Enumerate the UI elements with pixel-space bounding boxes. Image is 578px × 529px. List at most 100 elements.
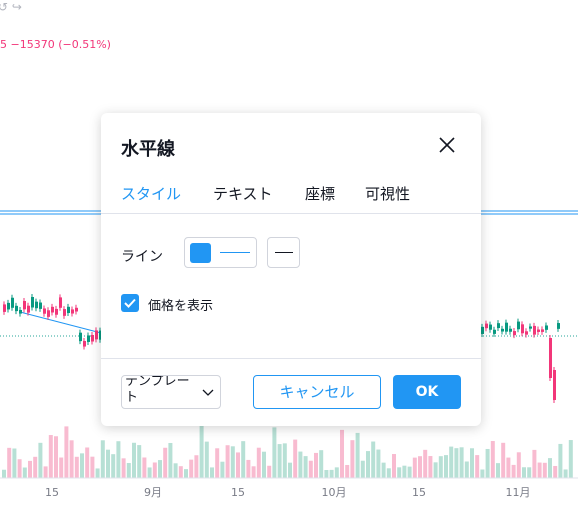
solid-line-icon: [275, 252, 293, 253]
volume-bar: [532, 449, 537, 478]
candle-body: [517, 321, 520, 330]
volume-bar: [54, 436, 58, 478]
show-price-checkbox[interactable]: [121, 294, 139, 312]
volume-bar: [548, 458, 552, 478]
candle-body: [497, 323, 500, 329]
volume-bar: [256, 447, 261, 478]
volume-bar: [173, 463, 178, 478]
volume-bar: [433, 462, 438, 478]
volume-bar: [28, 460, 32, 478]
horizontal-line-settings-dialog: 水平線 スタイル テキスト 座標 可視性 ライン 価格を表示 テンプレート キャ…: [101, 113, 481, 426]
candle-body: [35, 301, 38, 309]
volume-bar: [184, 469, 188, 478]
tab-style[interactable]: スタイル: [121, 183, 181, 204]
candle-body: [43, 308, 46, 314]
volume-bar: [542, 462, 547, 478]
volume-bar: [449, 446, 454, 478]
volume-bar: [100, 440, 105, 478]
volume-bar: [475, 455, 480, 478]
candle-body: [15, 305, 18, 312]
volume-bar: [137, 445, 142, 478]
volume-bar: [38, 442, 43, 478]
volume-bar: [7, 447, 12, 478]
volume-bar: [480, 469, 485, 478]
volume-bar: [95, 468, 100, 478]
candle-body: [7, 302, 10, 310]
volume-bar: [178, 466, 183, 478]
volume-bar: [345, 464, 350, 478]
dialog-tabs: スタイル テキスト 座標 可視性: [101, 179, 481, 214]
volume-bar: [64, 426, 69, 478]
candle-body: [513, 331, 516, 336]
volume-bar: [132, 442, 136, 478]
volume-bar: [418, 456, 422, 478]
show-price-label: 価格を表示: [148, 299, 214, 314]
volume-bar: [485, 448, 490, 478]
candle-body: [501, 328, 504, 332]
volume-bar: [215, 448, 220, 478]
candle-body: [47, 310, 50, 317]
candle-body: [51, 306, 54, 313]
volume-bar: [48, 435, 53, 478]
volume-bar: [397, 467, 402, 478]
volume-bar: [204, 441, 209, 478]
candle-body: [533, 325, 536, 335]
candle-body: [59, 297, 62, 308]
volume-bar: [267, 465, 272, 478]
volume-bar: [288, 462, 292, 478]
template-label: テンプレート: [125, 375, 190, 405]
volume-bar: [12, 448, 17, 478]
cancel-button[interactable]: キャンセル: [253, 375, 381, 409]
volume-bar: [74, 456, 79, 478]
volume-bar: [334, 467, 339, 478]
volume-bar: [22, 467, 27, 478]
template-dropdown[interactable]: テンプレート: [121, 375, 221, 409]
tab-text[interactable]: テキスト: [213, 183, 273, 204]
volume-bar: [381, 462, 386, 478]
volume-bar: [69, 440, 74, 478]
volume-bar: [111, 454, 116, 478]
volume-bar: [568, 440, 573, 478]
volume-bar: [142, 457, 147, 478]
volume-bar: [303, 456, 308, 478]
price-change-legend: 5 −15370 (−0.51%): [0, 38, 111, 51]
line-style-button[interactable]: [267, 237, 300, 268]
volume-bar: [33, 456, 38, 478]
volume-bar: [428, 456, 433, 478]
undo-redo-icons[interactable]: ↺ ↪: [0, 0, 22, 14]
candle-body: [529, 326, 532, 329]
line-color-button[interactable]: [184, 237, 257, 268]
close-icon[interactable]: [435, 133, 459, 157]
time-axis-tick: 15: [412, 486, 426, 499]
volume-bar: [308, 460, 313, 478]
volume-bar: [527, 467, 532, 478]
candle-body: [505, 322, 508, 332]
volume-bar: [85, 447, 90, 478]
candle-body: [91, 334, 94, 342]
volume-bar: [355, 432, 360, 478]
volume-bar: [158, 460, 162, 478]
volume-bar: [163, 447, 168, 478]
candle-body: [489, 324, 492, 330]
volume-bar: [558, 443, 563, 478]
line-label: ライン: [121, 249, 163, 265]
tab-coordinates[interactable]: 座標: [305, 183, 335, 204]
volume-bar: [147, 467, 152, 478]
volume-bar: [423, 449, 428, 478]
volume-bar: [80, 453, 84, 478]
volume-bar: [277, 444, 282, 478]
volume-bar: [490, 441, 495, 478]
tab-visibility[interactable]: 可視性: [365, 183, 410, 204]
candle-body: [67, 306, 70, 314]
volume-bar: [220, 461, 225, 478]
footer-divider: [101, 358, 481, 359]
candle-body: [11, 297, 14, 308]
volume-bar: [376, 449, 381, 478]
candle-body: [557, 323, 560, 329]
volume-bar: [314, 452, 318, 478]
candle-body: [39, 302, 42, 309]
ok-button[interactable]: OK: [393, 375, 461, 409]
time-axis: 15 9月 15 10月 15 11月: [45, 486, 531, 499]
volume-bar: [152, 462, 157, 478]
volume-bar: [210, 467, 214, 478]
